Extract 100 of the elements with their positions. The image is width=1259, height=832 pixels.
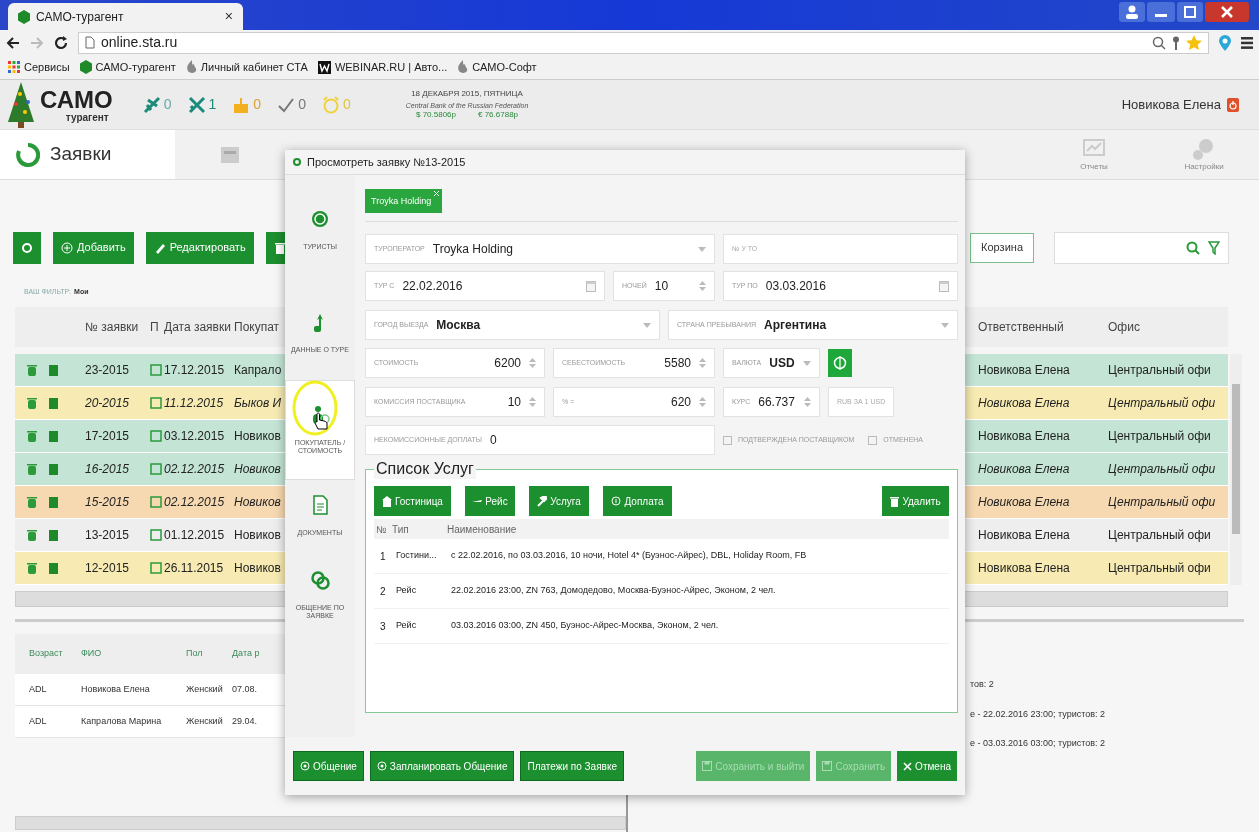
square-icon [150, 463, 162, 475]
column-header: Дата р [232, 647, 261, 661]
table-cell-text: Рейс [396, 584, 418, 598]
trash-icon [27, 364, 37, 376]
scrollbar[interactable] [15, 816, 626, 830]
browser-tab[interactable]: САМО-турагент × [8, 3, 243, 30]
table-cell-text: 02.12.2015 [164, 494, 226, 511]
table-cell-text: Женский [186, 714, 224, 728]
bookmark[interactable]: Личный кабинет СТА [185, 58, 308, 76]
table-cell-text: Новикова Елена [978, 527, 1071, 544]
counter: 0 [342, 95, 351, 114]
basket-button[interactable]: Корзина [970, 232, 1034, 263]
square-icon [150, 397, 162, 409]
table-cell-text: 03.03.2016 03:00, ZN 450, Буэнос-Айрес-Москва, Эконом, 2 чел. [451, 619, 720, 633]
bookmark[interactable]: WEBINAR.RU | Авто... [317, 58, 448, 76]
table-cell-text: Гостини... [396, 549, 438, 563]
user-icon [1119, 2, 1145, 22]
column-header: № [375, 522, 388, 537]
refresh-icon [21, 241, 33, 254]
trash-icon [27, 463, 37, 475]
table-cell-text: Капралова Марина [81, 714, 163, 728]
table-cell-text: Быков И [234, 395, 283, 412]
extra-button[interactable]: Доплата [603, 486, 672, 516]
square-icon [150, 529, 162, 541]
footer-button[interactable]: Платежи по Заявке [520, 751, 624, 781]
footer-button[interactable]: Общение [293, 751, 364, 781]
eye-icon [293, 158, 301, 166]
table-cell-text: 13-2015 [85, 527, 131, 544]
edit-button[interactable]: Редактировать [145, 231, 254, 264]
spinner-arrows-icon [699, 357, 706, 369]
table-cell-text: Капрало [234, 362, 283, 379]
minimize-icon [1147, 2, 1175, 22]
delete-button[interactable]: Удалить [882, 486, 949, 516]
table-row[interactable]: 1 Гостини... с 22.02.2016, по 03.03.2016, 10 ночи, Hotel 4* (Буэнос-Айрес), DBL, Holiday Room, FB [374, 539, 949, 574]
nav-tab[interactable]: Заявки [0, 130, 175, 179]
currency-button[interactable] [828, 349, 852, 377]
table-cell-text: Новикова Елена [978, 395, 1071, 412]
table-cell-text: 20-2015 [85, 395, 131, 412]
table-cell-text: 07.08. [232, 682, 259, 696]
table-cell-text: 1 [379, 549, 387, 564]
bookmark[interactable]: САМО-турагент [79, 58, 176, 76]
spinner-arrows-icon [529, 396, 536, 408]
trash-icon [890, 495, 900, 507]
building-icon [382, 495, 393, 507]
table-row[interactable]: 3 Рейс 03.03.2016 03:00, ZN 450, Буэнос-Айрес-Москва, Эконом, 2 чел. [374, 609, 949, 644]
alarm-clock-icon [321, 95, 340, 114]
summary-text: е - 22.02.2016 23:00; туристов: 2 [970, 707, 1107, 721]
scrollbar[interactable] [1230, 354, 1242, 585]
counter: 1 [208, 95, 217, 114]
flight-button[interactable]: Рейс [465, 486, 515, 516]
service-button[interactable]: Услуга [529, 486, 589, 516]
plus-circle-icon [300, 761, 310, 771]
search-field[interactable] [1054, 231, 1229, 264]
plus-circle-icon [376, 761, 387, 771]
close-icon[interactable]: × [224, 6, 233, 27]
trash-icon [273, 241, 286, 254]
calendar-icon [586, 280, 596, 292]
table-cell-text: Центральный офи [1108, 461, 1217, 478]
hexagon-icon [79, 60, 92, 74]
table-cell-text: Новиков [234, 461, 282, 478]
maximize-icon [1177, 2, 1203, 22]
flame-icon [185, 60, 197, 74]
cancel-button[interactable]: Отмена [897, 751, 957, 781]
table-cell-text: 29.04. [232, 714, 259, 728]
table-cell-text: Центральный офи [1108, 560, 1212, 577]
menu-icon [1241, 36, 1253, 49]
table-cell-text: Рейс [396, 619, 418, 633]
square-icon [150, 364, 162, 376]
column-header: П [150, 319, 160, 336]
close-icon [1205, 2, 1249, 22]
zoom-icon [1152, 35, 1166, 50]
dialog-title: Просмотреть заявку №13-2015 [307, 154, 466, 170]
column-header: Покупат [234, 319, 281, 336]
map-pin-icon [1219, 34, 1231, 51]
table-row[interactable]: 2 Рейс 22.02.2016 23:00, ZN 763, Домодедово, Москва-Буэнос-Айрес, Эконом, 2 чел. [374, 574, 949, 609]
table-cell-text: Центральный офи [1108, 395, 1217, 412]
dropdown-caret-icon [698, 246, 706, 252]
trash-icon [27, 430, 37, 442]
table-cell-text: Новиков [234, 494, 282, 511]
pencil-icon [153, 241, 166, 254]
calendar-icon [939, 280, 949, 292]
add-button[interactable]: Добавить [53, 231, 134, 264]
hotel-button[interactable]: Гостиница [374, 486, 451, 516]
exchange-rate: $ 70.5806р [415, 110, 456, 121]
table-cell-text: 17-2015 [85, 428, 131, 445]
column-header: Дата заявки [164, 319, 232, 336]
table-cell-text: Новиков [234, 527, 282, 544]
table-cell-text: Центральный офи [1108, 494, 1217, 511]
column-header: Возраст [28, 647, 64, 661]
back-icon [6, 35, 20, 50]
address-field[interactable]: online.sta.ru [78, 31, 1209, 54]
column-header: Тип [392, 522, 410, 537]
footer-button[interactable]: Запланировать Общение [369, 751, 515, 781]
flame-icon [457, 60, 469, 74]
document-icon [310, 495, 330, 515]
bookmark[interactable]: САМО-Софт [457, 58, 537, 76]
table-cell-text: 02.12.2015 [164, 461, 226, 478]
bookmark[interactable]: Сервисы [8, 58, 70, 76]
refresh-button[interactable] [13, 231, 41, 264]
w-logo-icon [317, 60, 331, 74]
